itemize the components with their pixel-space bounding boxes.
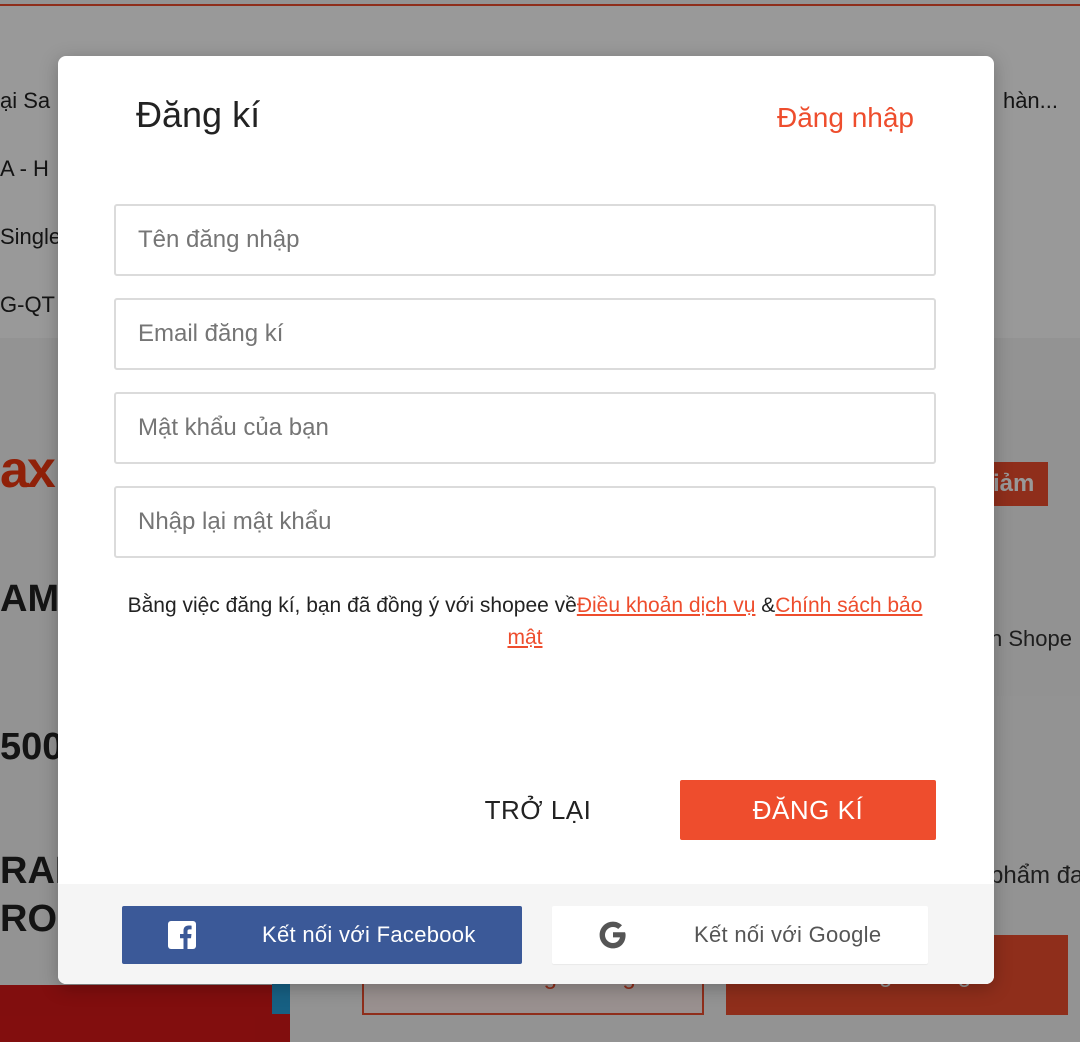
password-input[interactable]	[116, 394, 934, 462]
register-modal: Đăng kí Đăng nhập Bằng việc đăng kí, bạn…	[58, 56, 994, 984]
password-confirm-input[interactable]	[116, 488, 934, 556]
username-field-wrapper	[114, 204, 936, 276]
facebook-icon	[168, 921, 196, 949]
terms-of-service-link[interactable]: Điều khoản dịch vụ	[577, 594, 756, 617]
back-button[interactable]: TRỞ LẠI	[458, 780, 618, 840]
social-login-bar: Kết nối với Facebook Kết nối với Google	[58, 884, 994, 984]
email-field-wrapper	[114, 298, 936, 370]
username-input[interactable]	[116, 206, 934, 274]
terms-notice: Bằng việc đăng kí, bạn đã đồng ý với sho…	[114, 590, 936, 654]
email-input[interactable]	[116, 300, 934, 368]
password-confirm-field-wrapper	[114, 486, 936, 558]
google-connect-button[interactable]: Kết nối với Google	[552, 906, 928, 964]
login-link[interactable]: Đăng nhập	[777, 102, 914, 134]
terms-prefix: Bằng việc đăng kí, bạn đã đồng ý với sho…	[127, 594, 577, 617]
facebook-connect-label: Kết nối với Facebook	[262, 922, 476, 947]
modal-title: Đăng kí	[136, 94, 261, 135]
facebook-connect-button[interactable]: Kết nối với Facebook	[122, 906, 522, 964]
register-button[interactable]: ĐĂNG KÍ	[680, 780, 936, 840]
terms-joiner: &	[755, 594, 776, 617]
google-icon	[599, 921, 626, 949]
password-field-wrapper	[114, 392, 936, 464]
google-connect-label: Kết nối với Google	[694, 922, 882, 947]
